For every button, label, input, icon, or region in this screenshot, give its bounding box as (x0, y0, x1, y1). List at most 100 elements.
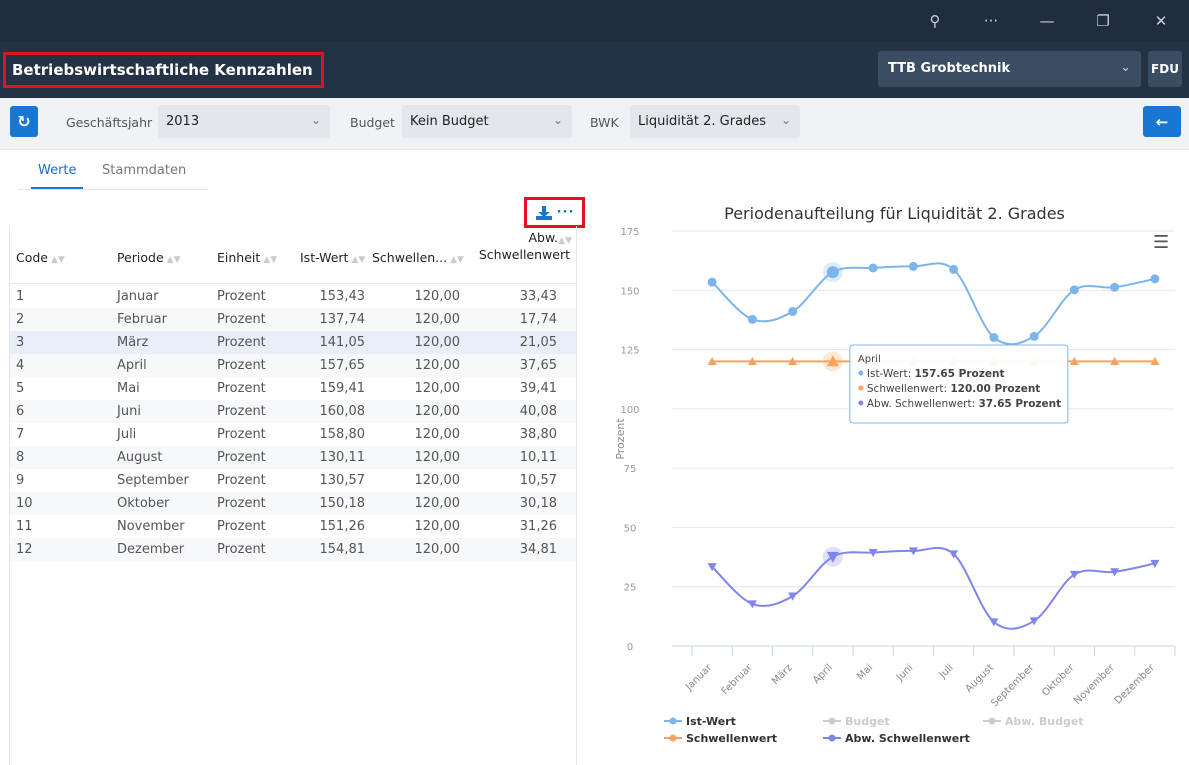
table-row[interactable]: 8 August Prozent 130,11 120,00 10,11 (10, 446, 576, 469)
table-cell: 30,18 (519, 496, 557, 511)
tooltip-marker (858, 400, 864, 406)
table-cell: Prozent (217, 289, 266, 304)
table-cell: 154,81 (319, 542, 366, 557)
y-tick-label: 100 (620, 405, 639, 416)
year-label: Geschäftsjahr (66, 115, 153, 130)
x-tick-label: Januar (683, 662, 715, 694)
table-toolbar: ··· (524, 197, 585, 228)
legend-item[interactable]: Budget (845, 715, 890, 728)
zoom-icon[interactable]: ⚲ (912, 0, 958, 42)
table-cell: 120,00 (414, 542, 461, 557)
chevron-down-icon: ⌄ (310, 113, 321, 127)
download-icon[interactable] (535, 205, 553, 221)
x-tick-label: November (1072, 662, 1117, 707)
table-cell: 120,00 (414, 358, 461, 373)
table-row[interactable]: 4 April Prozent 157,65 120,00 37,65 (10, 354, 576, 377)
table-cell: 39,41 (519, 381, 557, 396)
table-cell: Prozent (217, 335, 266, 350)
table-cell: Prozent (217, 404, 266, 419)
restore-icon[interactable]: ❐ (1080, 0, 1126, 42)
line-chart: 0 25 50 75 100 125 150 175 Januar Februar März Apri… (614, 227, 1176, 745)
table-cell: August (117, 450, 163, 465)
x-tick-label: Juli (937, 662, 956, 681)
table-cell: 130,11 (319, 450, 366, 465)
legend-item[interactable]: Ist-Wert (686, 715, 736, 728)
data-point (1150, 274, 1160, 284)
col-header-schwellenwert[interactable]: Schwellen... ▲▼ (372, 250, 464, 265)
col-header-code[interactable]: Code ▲▼ (16, 250, 65, 265)
table-cell: 120,00 (414, 496, 461, 511)
budget-select[interactable]: Kein Budget ⌄ (402, 105, 572, 138)
table-row[interactable]: 10 Oktober Prozent 150,18 120,00 30,18 (10, 492, 576, 515)
table-cell: 8 (16, 450, 25, 465)
bwk-value: Liquidität 2. Grades (638, 114, 767, 129)
table-cell: Prozent (217, 381, 266, 396)
table-row[interactable]: 3 März Prozent 141,05 120,00 21,05 (10, 331, 576, 354)
data-table: Code ▲▼ Periode ▲▼ Einheit ▲▼ Ist-Wert ▲▼ Sc… (9, 226, 577, 765)
table-cell: 141,05 (319, 335, 366, 350)
company-select[interactable]: TTB Grobtechnik ⌄ (878, 51, 1141, 87)
legend-item[interactable]: Abw. Schwellenwert (845, 732, 970, 745)
table-cell: 40,08 (519, 404, 557, 419)
bwk-label: BWK (590, 115, 619, 130)
table-row[interactable]: 6 Juni Prozent 160,08 120,00 40,08 (10, 400, 576, 423)
back-arrow-icon[interactable]: ← (1143, 106, 1181, 137)
bwk-select[interactable]: Liquidität 2. Grades ⌄ (630, 105, 800, 138)
table-cell: 150,18 (319, 496, 366, 511)
user-button[interactable]: FDU (1148, 51, 1182, 87)
y-tick-label: 75 (624, 464, 637, 475)
col-header-periode[interactable]: Periode ▲▼ (117, 250, 181, 265)
year-value: 2013 (166, 114, 200, 129)
tab-stammdaten[interactable]: Stammdaten (102, 163, 186, 178)
tab-bar: Werte Stammdaten (18, 160, 208, 190)
x-tick-label: Februar (720, 662, 756, 698)
legend-item[interactable]: Abw. Budget (1005, 715, 1084, 728)
table-cell: 157,65 (319, 358, 366, 373)
table-cell: März (117, 335, 149, 350)
table-cell: Prozent (217, 427, 266, 442)
tooltip-marker (858, 370, 864, 376)
year-select[interactable]: 2013 ⌄ (158, 105, 330, 138)
page-title: Betriebswirtschaftliche Kennzahlen (3, 52, 324, 88)
table-cell: 158,80 (319, 427, 366, 442)
table-row[interactable]: 12 Dezember Prozent 154,81 120,00 34,81 (10, 538, 576, 561)
table-row[interactable]: 9 September Prozent 130,57 120,00 10,57 (10, 469, 576, 492)
table-cell: 2 (16, 312, 25, 327)
data-point (868, 263, 878, 273)
y-tick-label: 175 (620, 227, 639, 238)
table-cell: 120,00 (414, 473, 461, 488)
table-cell: 130,57 (319, 473, 366, 488)
table-cell: Oktober (117, 496, 170, 511)
minimize-icon[interactable]: — (1024, 0, 1070, 42)
table-row[interactable]: 2 Februar Prozent 137,74 120,00 17,74 (10, 308, 576, 331)
data-point (1029, 331, 1039, 341)
table-cell: 37,65 (519, 358, 557, 373)
y-tick-label: 50 (624, 523, 637, 534)
y-tick-label: 125 (620, 346, 639, 357)
table-cell: 151,26 (319, 519, 366, 534)
data-point (1029, 617, 1039, 626)
table-header: Code ▲▼ Periode ▲▼ Einheit ▲▼ Ist-Wert ▲▼ Sc… (10, 226, 576, 284)
table-cell: 33,43 (519, 289, 557, 304)
y-axis-label: Prozent (614, 418, 627, 460)
col-header-ist-wert[interactable]: Ist-Wert ▲▼ (300, 250, 365, 265)
table-cell: 6 (16, 404, 25, 419)
table-row[interactable]: 7 Juli Prozent 158,80 120,00 38,80 (10, 423, 576, 446)
refresh-icon[interactable]: ↻ (10, 106, 38, 137)
table-row[interactable]: 5 Mai Prozent 159,41 120,00 39,41 (10, 377, 576, 400)
data-point (747, 314, 757, 324)
budget-value: Kein Budget (410, 114, 489, 129)
series-line (711, 262, 1156, 346)
more-options-icon[interactable]: ··· (557, 205, 575, 220)
tab-werte[interactable]: Werte (38, 163, 77, 178)
close-icon[interactable]: ✕ (1138, 0, 1184, 42)
data-point (826, 266, 839, 279)
table-cell: 21,05 (519, 335, 557, 350)
col-header-abw-schwellenwert[interactable]: Abw. Schwellenwert ▲▼ (460, 229, 572, 263)
more-icon[interactable]: ··· (968, 0, 1014, 42)
col-header-einheit[interactable]: Einheit ▲▼ (217, 250, 277, 265)
tooltip-value-text: 37.65 Prozent (978, 398, 1061, 410)
table-row[interactable]: 11 November Prozent 151,26 120,00 31,26 (10, 515, 576, 538)
legend-item[interactable]: Schwellenwert (686, 732, 777, 745)
table-row[interactable]: 1 Januar Prozent 153,43 120,00 33,43 (10, 285, 576, 308)
